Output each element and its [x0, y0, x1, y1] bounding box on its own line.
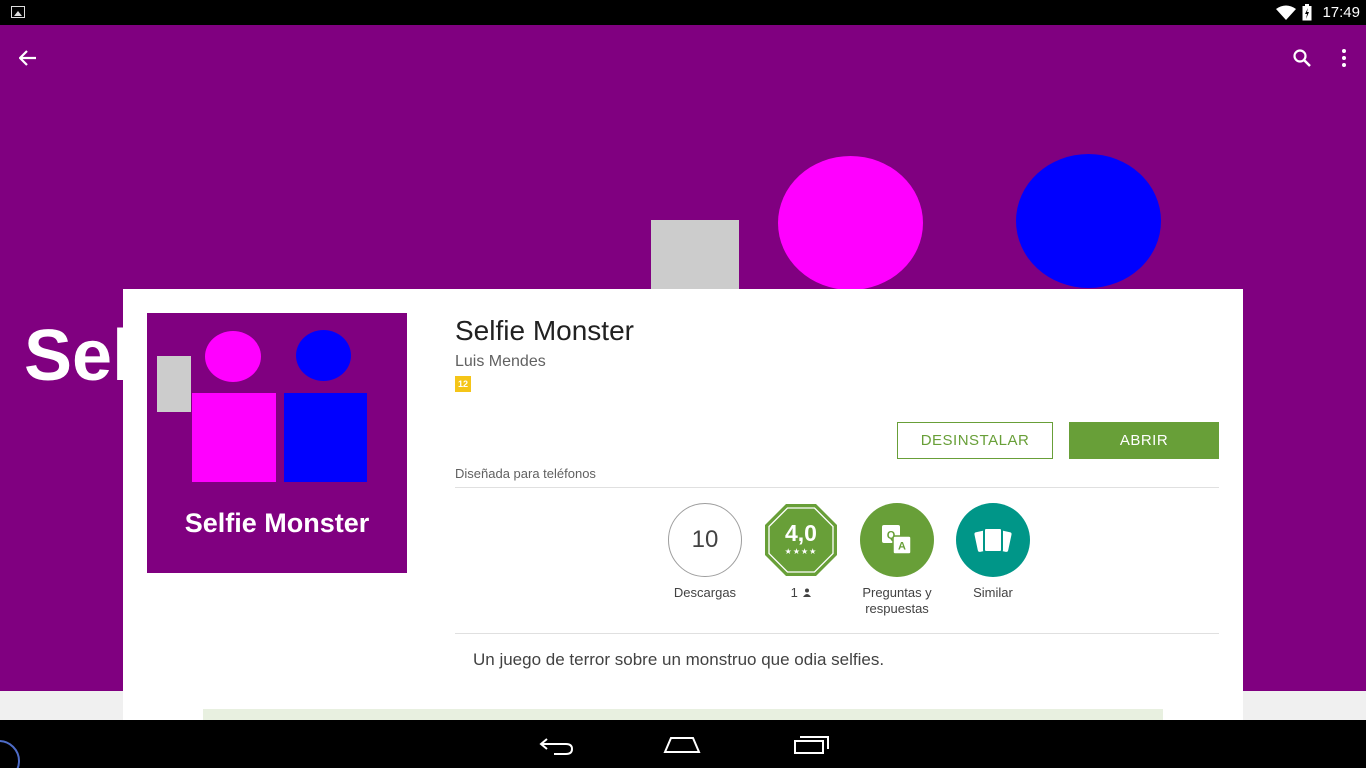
wifi-icon: [1276, 5, 1297, 20]
nav-recents-icon[interactable]: [792, 732, 832, 756]
open-button[interactable]: ABRIR: [1069, 422, 1219, 459]
divider: [455, 487, 1219, 488]
qa-icon: Q A: [882, 525, 912, 555]
rating-count-value: 1: [790, 585, 798, 600]
divider: [455, 633, 1219, 634]
svg-text:A: A: [898, 541, 906, 553]
designed-for-label: Diseñada para teléfonos: [455, 466, 596, 481]
uninstall-button[interactable]: DESINSTALAR: [897, 422, 1053, 459]
image-icon: [11, 6, 25, 18]
icon-blue-circle: [296, 330, 351, 381]
person-icon: [803, 588, 812, 597]
qa-label: Preguntas y respuestas: [847, 585, 947, 617]
search-button[interactable]: [1286, 42, 1318, 74]
similar-cards-icon: [974, 527, 1012, 553]
icon-gray-block: [157, 356, 191, 412]
app-details-card: Selfie Monster Selfie Monster Luis Mende…: [123, 289, 1243, 720]
icon-blue-square: [284, 393, 367, 482]
status-bar: 17:49: [0, 0, 1366, 25]
more-vert-icon: [1342, 49, 1346, 67]
nav-back-icon[interactable]: [536, 732, 576, 756]
qa-stat[interactable]: Q A Preguntas y respuestas: [847, 503, 947, 617]
banner-pink-circle: [778, 156, 923, 290]
developer-link[interactable]: Luis Mendes: [455, 353, 546, 371]
search-icon: [1293, 49, 1311, 67]
clock: 17:49: [1322, 4, 1360, 21]
similar-button[interactable]: [956, 503, 1030, 577]
overflow-menu-button[interactable]: [1332, 42, 1356, 74]
rating-count: 1: [751, 585, 851, 601]
qa-button[interactable]: Q A: [860, 503, 934, 577]
qa-label-line1: Preguntas y: [862, 585, 932, 600]
icon-title: Selfie Monster: [184, 508, 370, 538]
back-button[interactable]: [12, 42, 44, 74]
rating-stars: ★★★★: [784, 547, 818, 556]
rating-badge: 4,0 ★★★★: [764, 503, 838, 577]
system-nav-bar: [0, 720, 1366, 768]
age-rating-badge: 12: [455, 376, 471, 392]
icon-pink-circle: [205, 331, 261, 382]
downloads-count: 10: [668, 503, 742, 577]
app-icon: Selfie Monster: [147, 313, 407, 573]
back-arrow-icon: [19, 50, 36, 66]
whats-new-section: [203, 709, 1163, 720]
downloads-stat: 10 Descargas: [655, 503, 755, 601]
rating-value: 4,0: [785, 520, 817, 546]
icon-pink-square: [192, 393, 276, 482]
status-icons: 17:49: [1276, 0, 1360, 25]
battery-icon: [1302, 4, 1312, 21]
app-description[interactable]: Un juego de terror sobre un monstruo que…: [473, 650, 884, 670]
rating-stat[interactable]: 4,0 ★★★★ 1: [751, 503, 851, 601]
similar-label: Similar: [973, 585, 1013, 600]
downloads-label: Descargas: [673, 585, 737, 600]
banner-blue-circle: [1016, 154, 1161, 288]
similar-stat[interactable]: Similar: [943, 503, 1043, 601]
launcher-ring-icon: [0, 740, 20, 768]
qa-label-line2: respuestas: [865, 601, 929, 616]
nav-home-icon[interactable]: [662, 732, 702, 756]
app-title: Selfie Monster: [455, 315, 634, 346]
